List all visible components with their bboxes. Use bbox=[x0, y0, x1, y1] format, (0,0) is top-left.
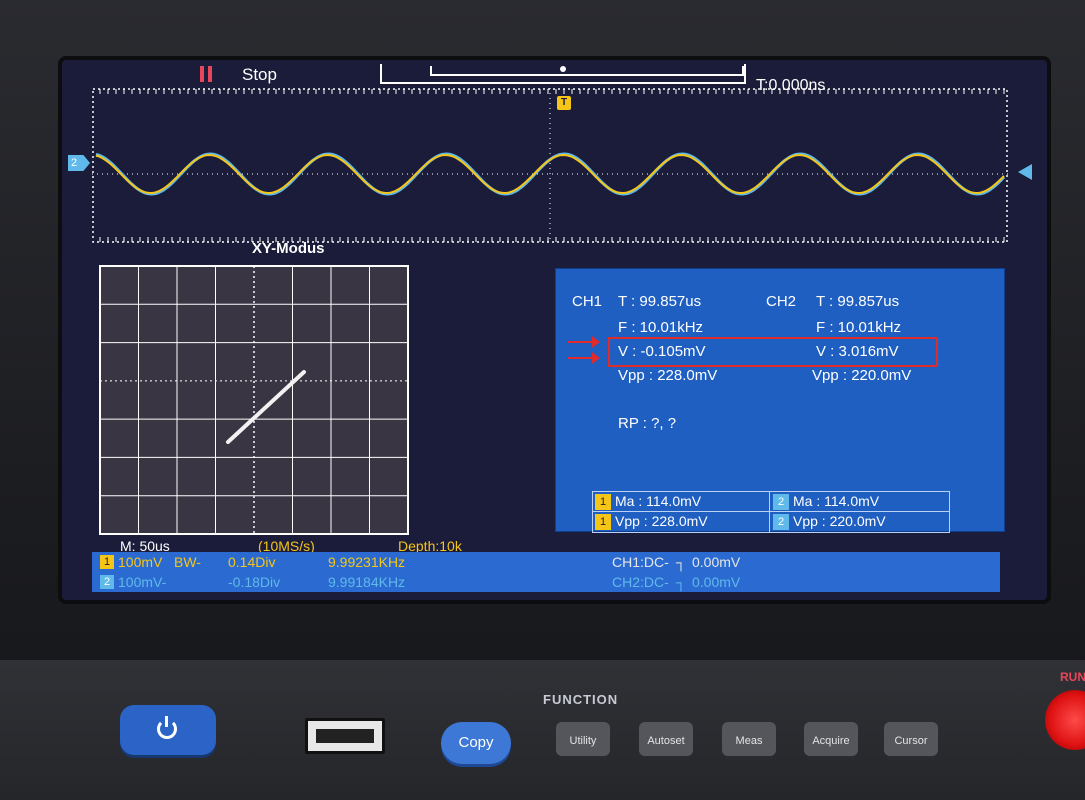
ch2-label: CH2 bbox=[766, 293, 797, 310]
acquire-button[interactable]: Acquire bbox=[804, 722, 858, 756]
ch2-scale: 100mV- bbox=[118, 574, 167, 590]
power-icon bbox=[157, 716, 177, 739]
ch1-ma: Ma : 114.0mV bbox=[615, 493, 702, 509]
ch2-coupling: CH2:DC- bbox=[612, 574, 669, 590]
ch2-frequency: F : 10.01kHz bbox=[816, 319, 902, 336]
memory-position-marker bbox=[560, 66, 566, 72]
xy-plot bbox=[99, 265, 409, 535]
ch2-trigger-level: 0.00mV bbox=[692, 574, 741, 590]
measurement-panel: CH1 T : 99.857us CH2 T : 99.857us F : 10… bbox=[555, 268, 1005, 533]
ch1-label: CH1 bbox=[572, 293, 603, 310]
ch2-offset-marker: 2 bbox=[68, 155, 90, 171]
ch1-vpp-cell: 1 Vpp : 228.0mV bbox=[595, 512, 708, 531]
status-bar: Stop T:0.000ns bbox=[62, 60, 1047, 94]
ch2-period: T : 99.857us bbox=[816, 293, 900, 310]
ch2-vpp-cell: 2 Vpp : 220.0mV bbox=[773, 512, 886, 531]
ch1-chip: 1 bbox=[595, 514, 611, 531]
cursor-button[interactable]: Cursor bbox=[884, 722, 938, 756]
pause-icon bbox=[200, 66, 216, 82]
channel-info-bar: 1 100mV BW- 0.14Div 9.99231KHz CH1:DC- ┐… bbox=[92, 552, 1000, 592]
run-state: Stop bbox=[242, 65, 277, 84]
ch1-number: 1 bbox=[100, 555, 114, 569]
ch1-vpp-cursor: Vpp : 228.0mV bbox=[615, 513, 708, 529]
cursor-table: 1 Ma : 114.0mV 2 Ma : 114.0mV 1 Vpp : 228.0… bbox=[592, 491, 950, 533]
ch1-frequency: F : 10.01kHz bbox=[618, 319, 704, 336]
ch1-ma-cell: 1 Ma : 114.0mV bbox=[595, 492, 701, 511]
function-label: FUNCTION bbox=[543, 692, 619, 707]
autoset-button[interactable]: Autoset bbox=[639, 722, 693, 756]
memory-position-bar[interactable] bbox=[380, 64, 746, 84]
ch2-chip: 2 bbox=[773, 494, 789, 511]
rising-edge-icon: ┐ bbox=[676, 554, 686, 570]
trigger-level-marker bbox=[1018, 164, 1032, 180]
oscilloscope-screen: Stop T:0.000ns T 2 XY-Modus CH1 T : 99.8… bbox=[62, 60, 1047, 600]
ch1-scale: 100mV bbox=[118, 554, 163, 570]
ch1-vpp: Vpp : 228.0mV bbox=[618, 367, 718, 384]
ch1-coupling: CH1:DC- bbox=[612, 554, 669, 570]
ch2-vpp: Vpp : 220.0mV bbox=[812, 367, 912, 384]
ch1-period: T : 99.857us bbox=[618, 293, 702, 310]
ch2-mean: V : 3.016mV bbox=[816, 343, 899, 360]
run-label: RUN bbox=[1060, 670, 1085, 684]
ch1-chip: 1 bbox=[595, 494, 611, 511]
arrow-icon bbox=[568, 352, 600, 364]
memory-window bbox=[430, 66, 744, 76]
xy-title: XY-Modus bbox=[252, 240, 325, 257]
meas-button[interactable]: Meas bbox=[722, 722, 776, 756]
ch2-info-row[interactable]: 2 100mV- -0.18Div 9.99184KHz CH2:DC- ┐ 0… bbox=[92, 572, 1000, 592]
rp-value: RP : ?, ? bbox=[618, 415, 677, 432]
ch2-ma: Ma : 114.0mV bbox=[793, 493, 880, 509]
ch2-offset: -0.18Div bbox=[228, 574, 281, 590]
ch1-info-row[interactable]: 1 100mV BW- 0.14Div 9.99231KHz CH1:DC- ┐… bbox=[92, 552, 1000, 572]
rising-edge-icon: ┐ bbox=[676, 574, 686, 590]
ch1-counter-freq: 9.99231KHz bbox=[328, 554, 406, 570]
utility-button[interactable]: Utility bbox=[556, 722, 610, 756]
ch2-counter-freq: 9.99184KHz bbox=[328, 574, 406, 590]
power-button[interactable] bbox=[120, 705, 216, 755]
usb-port-icon bbox=[305, 718, 385, 754]
ch2-vpp-cursor: Vpp : 220.0mV bbox=[793, 513, 886, 529]
ch2-chip: 2 bbox=[773, 514, 789, 531]
ch1-offset: 0.14Div bbox=[228, 554, 276, 570]
ch2-ma-cell: 2 Ma : 114.0mV bbox=[773, 492, 879, 511]
arrow-icon bbox=[568, 336, 600, 348]
ch2-number: 2 bbox=[100, 575, 114, 589]
ch1-bw: BW- bbox=[174, 554, 201, 570]
copy-button[interactable]: Copy bbox=[441, 722, 511, 764]
waveform-display bbox=[92, 88, 1008, 243]
ch1-mean: V : -0.105mV bbox=[618, 343, 706, 360]
ch1-trigger-level: 0.00mV bbox=[692, 554, 741, 570]
